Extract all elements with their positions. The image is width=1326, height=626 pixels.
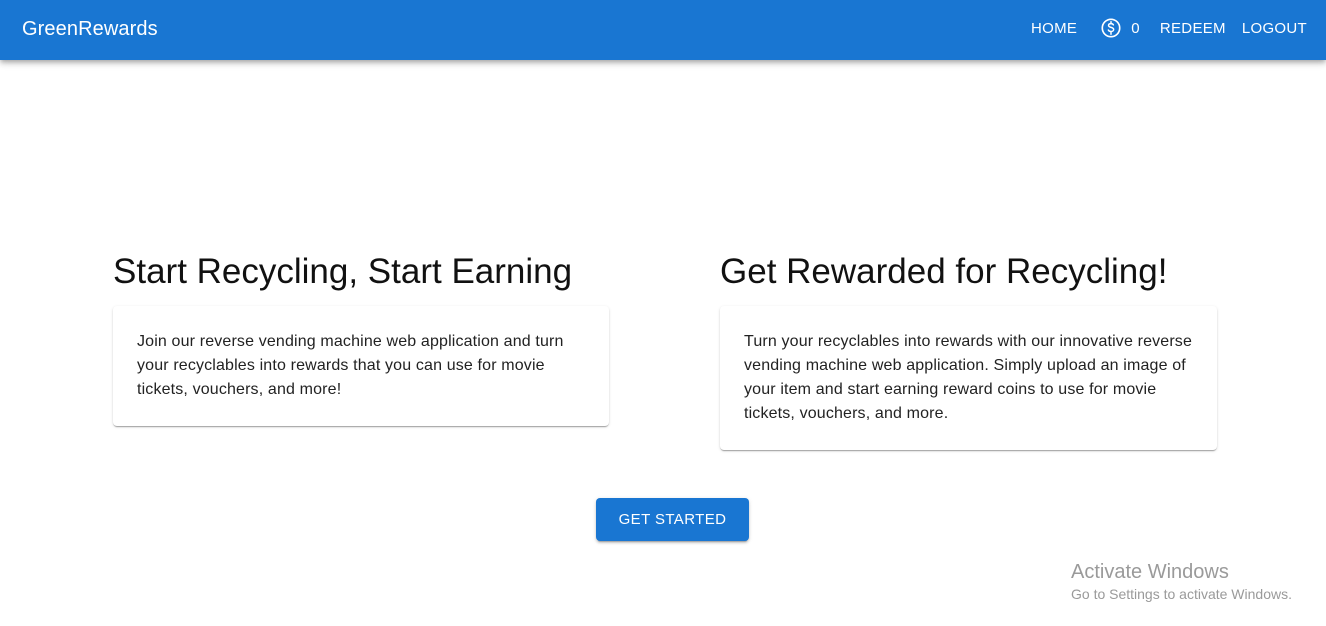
left-section-title: Start Recycling, Start Earning — [113, 252, 573, 291]
right-card-text: Turn your recyclables into rewards with … — [744, 333, 1193, 422]
watermark-title: Activate Windows — [1071, 561, 1229, 583]
right-section-title: Get Rewarded for Recycling! — [720, 252, 1168, 291]
left-info-card: Join our reverse vending machine web app… — [113, 306, 609, 426]
coin-count: 0 — [1131, 19, 1140, 37]
left-card-text: Join our reverse vending machine web app… — [137, 333, 564, 398]
get-started-button[interactable]: GET STARTED — [596, 498, 749, 541]
brand-title[interactable]: GreenRewards — [22, 17, 158, 41]
logout-button[interactable]: LOGOUT — [1234, 14, 1315, 43]
home-button[interactable]: HOME — [1023, 14, 1085, 43]
app-bar: GreenRewards HOME 0 REDEEM LOGOUT — [0, 0, 1326, 60]
redeem-button[interactable]: REDEEM — [1152, 14, 1234, 43]
watermark-subtitle: Go to Settings to activate Windows. — [1071, 586, 1292, 602]
top-nav: HOME 0 REDEEM LOGOUT — [1023, 0, 1315, 56]
coin-balance[interactable]: 0 — [1092, 11, 1148, 45]
dollar-coin-icon — [1101, 18, 1121, 38]
windows-activation-watermark: Activate Windows Go to Settings to activ… — [1071, 560, 1292, 603]
right-info-card: Turn your recyclables into rewards with … — [720, 306, 1217, 450]
